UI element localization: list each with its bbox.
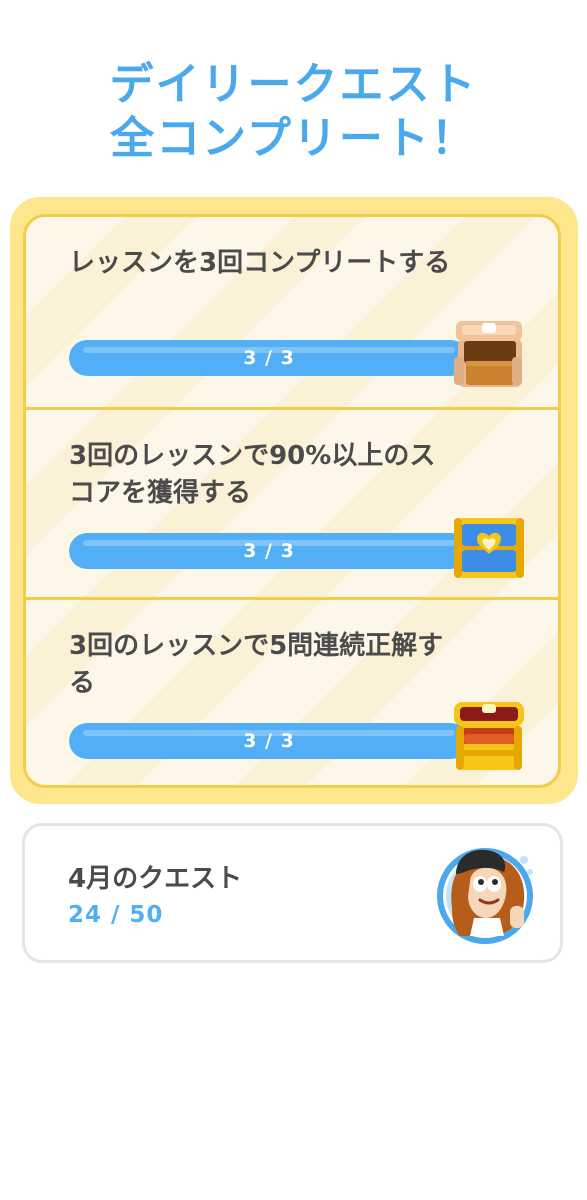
monthly-quest-card[interactable]: 4月のクエスト 24 / 50 xyxy=(22,823,563,963)
quest-progress-label: 3 / 3 xyxy=(243,540,295,562)
daily-quests-panel: レッスンを3回コンプリートする 3 / 3 3回のレッスンで90%以上のスコアを… xyxy=(23,214,561,788)
quest-item-1: レッスンを3回コンプリートする 3 / 3 xyxy=(26,217,558,407)
quest-progress-bar: 3 / 3 xyxy=(69,723,469,759)
page-title: デイリークエスト 全コンプリート！ xyxy=(0,58,587,166)
quest-title: レッスンを3回コンプリートする xyxy=(69,248,451,278)
quest-progress-bar: 3 / 3 xyxy=(69,340,469,376)
quest-item-3: 3回のレッスンで5問連続正解する 3 / 3 xyxy=(26,597,558,785)
quest-progress-bar: 3 / 3 xyxy=(69,533,469,569)
quest-title: 3回のレッスンで90%以上のスコアを獲得する xyxy=(69,441,436,508)
quest-progress-label: 3 / 3 xyxy=(243,730,295,752)
monthly-quest-title: 4月のクエスト xyxy=(68,864,243,894)
quest-progress-label: 3 / 3 xyxy=(243,347,295,369)
open-gold-chest-icon xyxy=(454,702,524,770)
quest-title: 3回のレッスンで5問連続正解する xyxy=(69,631,444,698)
page-title-line-1: デイリークエスト xyxy=(109,59,478,110)
page-title-line-2: 全コンプリート！ xyxy=(110,113,477,164)
character-badge-icon xyxy=(437,848,533,944)
blue-chest-icon xyxy=(454,518,524,578)
monthly-quest-progress: 24 / 50 xyxy=(68,902,164,928)
quest-item-2: 3回のレッスンで90%以上のスコアを獲得する 3 / 3 xyxy=(26,407,558,597)
open-brown-chest-icon xyxy=(454,321,522,387)
